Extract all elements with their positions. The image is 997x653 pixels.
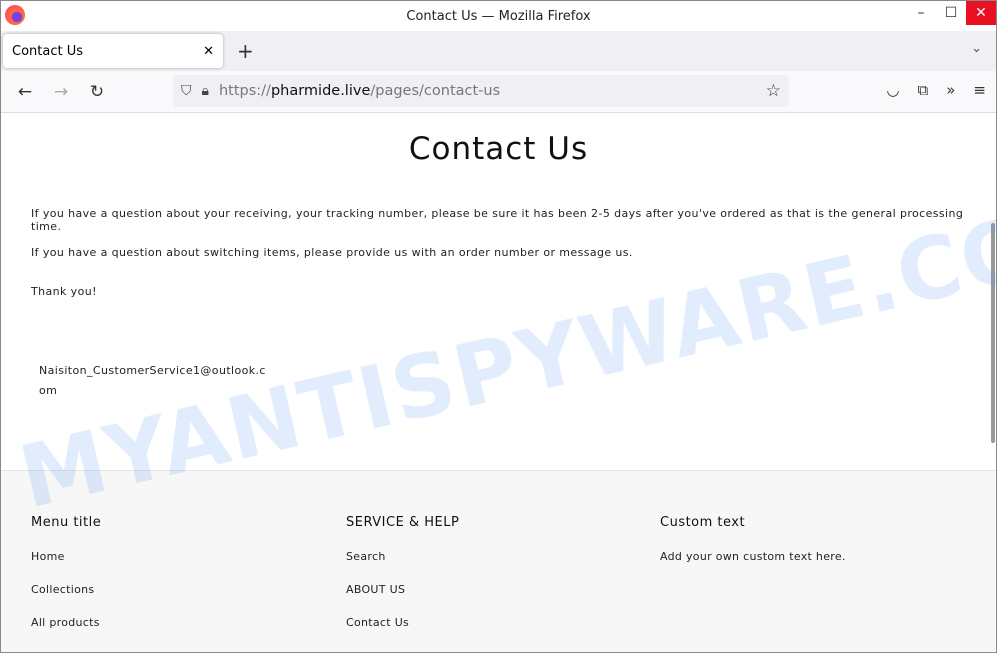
url-host: pharmide.live [270,83,371,99]
reload-button[interactable]: ↻ [79,82,115,102]
title-bar: Contact Us — Mozilla Firefox – ☐ ✕ [1,1,996,31]
url-scheme: https:// [218,83,271,99]
scrollbar[interactable] [991,223,995,443]
footer-custom: Custom text Add your own custom text her… [660,515,846,583]
footer-heading: SERVICE & HELP [346,515,460,530]
page-title: Contact Us [408,131,589,167]
new-tab-button[interactable]: + [237,39,254,63]
footer-link-all-products[interactable]: All products [31,616,101,629]
footer-menu: Menu title Home Collections All products [31,515,101,649]
footer-link-about-us[interactable]: ABOUT US [346,583,459,596]
close-window-button[interactable]: ✕ [966,1,996,25]
footer-service: SERVICE & HELP Search ABOUT US Contact U… [346,515,459,649]
minimize-button[interactable]: – [906,1,936,25]
footer-link-home[interactable]: Home [31,550,101,563]
url-path: /pages/contact-us [370,83,501,99]
footer-heading: Custom text [660,515,746,530]
footer-heading: Menu title [31,515,102,530]
forward-button[interactable]: → [43,82,79,102]
lock-icon[interactable]: 🔒︎ [202,83,209,99]
paragraph: If you have a question about switching i… [31,246,633,259]
window-title: Contact Us — Mozilla Firefox [406,8,591,24]
paragraph: If you have a question about your receiv… [31,207,964,233]
page-content: Contact Us If you have a question about … [1,113,996,652]
close-tab-icon[interactable]: ✕ [203,44,214,59]
back-button[interactable]: ← [7,82,43,102]
shield-icon[interactable]: ⛉ [181,83,192,99]
menu-icon[interactable]: ≡ [973,81,986,99]
footer-custom-text: Add your own custom text here. [660,550,846,563]
email-text: Naisiton_CustomerService1@outlook.c [39,364,266,377]
extensions-icon[interactable]: ⧉ [918,81,929,99]
tab-label: Contact Us [12,43,83,59]
tab-contact-us[interactable]: Contact Us ✕ [3,34,223,68]
tab-bar: Contact Us ✕ + ⌄ [1,31,996,71]
bookmark-star-icon[interactable]: ☆ [766,81,781,101]
maximize-button[interactable]: ☐ [936,1,966,25]
firefox-logo-icon [5,5,25,25]
nav-bar: ← → ↻ ⛉ 🔒︎ https://pharmide.live/pages/c… [1,71,996,113]
pocket-icon[interactable]: ◡ [886,81,899,99]
more-tools-icon[interactable]: » [946,81,955,99]
url-bar[interactable]: ⛉ 🔒︎ https://pharmide.live/pages/contact… [173,75,789,107]
list-tabs-chevron-down-icon[interactable]: ⌄ [971,41,982,56]
email-text-wrap: om [39,384,58,397]
footer-link-collections[interactable]: Collections [31,583,101,596]
footer: Menu title Home Collections All products… [1,470,996,652]
footer-link-contact-us[interactable]: Contact Us [346,616,459,629]
footer-link-search[interactable]: Search [346,550,459,563]
paragraph: Thank you! [31,285,97,298]
